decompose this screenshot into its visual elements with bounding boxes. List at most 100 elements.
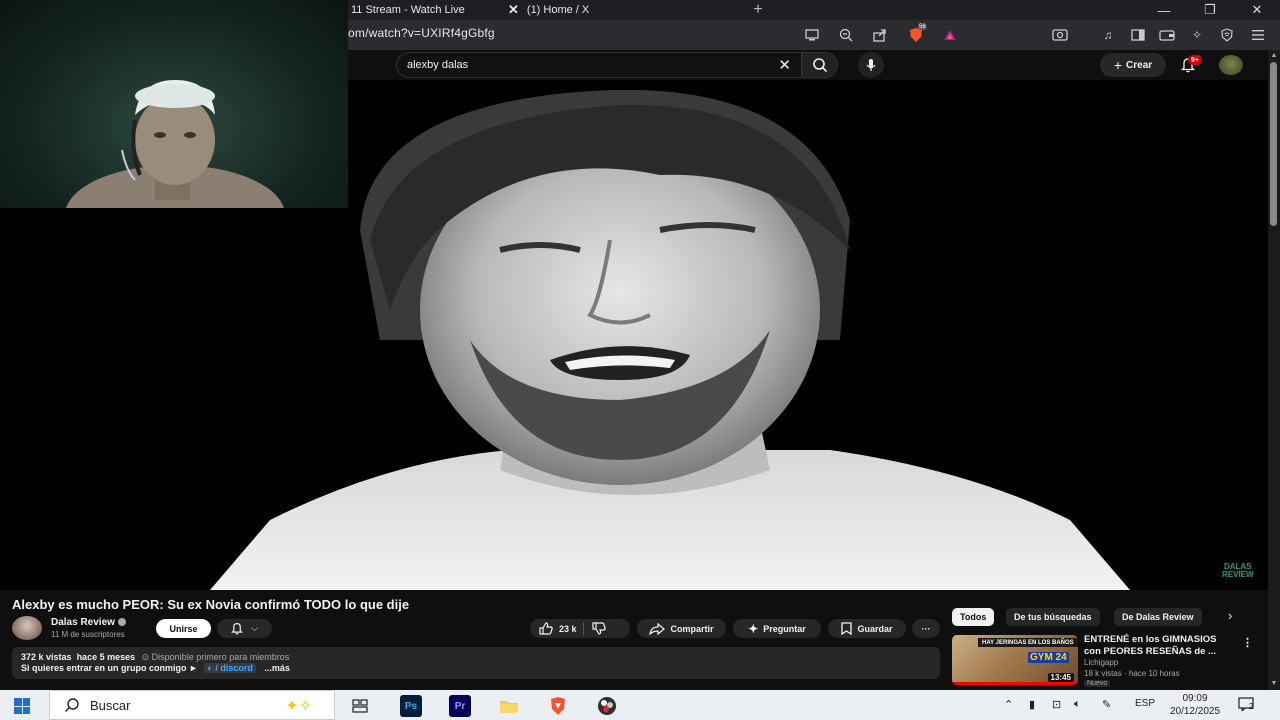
notifications-badge: 9+ <box>1188 55 1202 65</box>
sidebar-toggle-icon[interactable] <box>1129 26 1147 44</box>
obs-icon[interactable] <box>596 695 618 717</box>
bookmark-icon <box>841 622 853 635</box>
vpn-icon[interactable] <box>1218 26 1236 44</box>
description-line: Si quieres entrar en un grupo conmigo ► <box>21 663 198 673</box>
like-count: 23 k <box>559 623 577 634</box>
new-badge: Nuevo <box>1084 680 1111 687</box>
dislike-button[interactable] <box>591 622 606 635</box>
recommended-channel[interactable]: Lichigapp <box>1084 658 1118 667</box>
chevron-down-icon: ⌵ <box>251 623 258 633</box>
browser-menu-icon[interactable] <box>1249 26 1267 44</box>
recommended-thumbnail[interactable]: HAY JERINGAS EN LOS BAÑOS GYM 24 13:45 <box>952 635 1078 685</box>
chip-from-channel[interactable]: De Dalas Review <box>1114 608 1202 626</box>
chips-next-arrow-icon[interactable]: › <box>1228 608 1232 623</box>
discord-link[interactable]: ◐ / discord <box>204 663 256 673</box>
discord-link-text: / discord <box>215 663 253 673</box>
restore-button[interactable]: ❐ <box>1187 0 1233 20</box>
description-box[interactable]: 372 k vistas hace 5 meses ⊙ Disponible p… <box>12 647 940 679</box>
voice-search-button[interactable] <box>858 52 884 78</box>
search-input[interactable]: alexby dalas ✕ <box>396 52 802 78</box>
system-clock[interactable]: 09:09 20/12/2025 <box>1164 692 1226 718</box>
pen-icon[interactable]: ✎ <box>1102 698 1111 711</box>
user-avatar[interactable] <box>1219 55 1243 75</box>
scroll-up-arrow[interactable]: ▲ <box>1268 52 1280 62</box>
plus-icon: + <box>1113 57 1123 73</box>
search-query[interactable]: alexby dalas <box>407 59 468 71</box>
brave-rewards-icon[interactable] <box>941 26 959 44</box>
recommended-menu-icon[interactable]: ⋮ <box>1242 636 1253 649</box>
search-highlight-icon: ✦✧ <box>285 698 312 715</box>
save-button[interactable]: Guardar <box>828 619 906 638</box>
share-label: Compartir <box>670 623 714 634</box>
media-playlist-icon[interactable]: ♫ <box>1099 26 1117 44</box>
recommended-title[interactable]: ENTRENÉ en los GIMNASIOS con PEORES RESE… <box>1084 634 1234 658</box>
webcam-overlay <box>0 0 348 208</box>
brave-shields-icon[interactable]: 58 <box>907 24 927 44</box>
microphone-icon <box>866 59 876 71</box>
search-icon <box>65 698 79 712</box>
volume-icon[interactable]: 🔈︎ <box>1074 698 1081 711</box>
url-field[interactable]: om/watch?v=UXIRf4gGbfg <box>348 26 495 40</box>
chip-from-searches[interactable]: De tus búsquedas <box>1006 608 1100 626</box>
webcam-person-image <box>66 80 284 208</box>
brave-browser-icon[interactable] <box>547 695 569 717</box>
search-icon <box>813 58 828 73</box>
sparkle-icon: ✦ <box>748 621 759 636</box>
task-view-icon[interactable] <box>349 695 371 717</box>
photoshop-icon[interactable]: Ps <box>400 695 422 717</box>
channel-watermark: DALAS REVIEW <box>1222 563 1254 579</box>
tab-x-home[interactable]: ✕ (1) Home / X <box>508 0 589 20</box>
taskbar-search-label: Buscar <box>90 697 131 713</box>
share-button[interactable]: Compartir <box>637 619 726 638</box>
scroll-down-arrow[interactable]: ▼ <box>1268 680 1280 690</box>
channel-name[interactable]: Dalas Review <box>51 617 126 628</box>
thumbs-up-icon <box>539 622 553 635</box>
description-meta: 372 k vistas hace 5 meses ⊙ Disponible p… <box>21 652 289 663</box>
subscriber-count: 11 M de suscriptores <box>51 630 125 639</box>
scrollbar-thumb[interactable] <box>1270 62 1277 226</box>
create-button[interactable]: + Crear <box>1100 53 1166 77</box>
save-label: Guardar <box>857 623 893 634</box>
ask-button[interactable]: ✦ Preguntar <box>733 619 821 638</box>
clock-date: 20/12/2025 <box>1169 706 1221 717</box>
more-actions-button[interactable]: ··· <box>912 619 940 638</box>
file-explorer-icon[interactable] <box>498 695 520 717</box>
channel-name-text: Dalas Review <box>51 617 115 628</box>
members-note: ⊙ Disponible primero para miembros <box>141 652 290 662</box>
like-button[interactable]: 23 k <box>539 622 577 635</box>
cast-icon[interactable] <box>803 26 821 44</box>
leo-ai-icon[interactable]: ✧ <box>1188 26 1206 44</box>
like-divider <box>582 622 584 635</box>
language-indicator[interactable]: ESP <box>1135 698 1155 709</box>
screenshot-icon[interactable] <box>1051 26 1069 44</box>
like-dislike-group: 23 k <box>530 619 630 638</box>
clear-search-icon[interactable]: ✕ <box>778 56 791 74</box>
taskbar-search[interactable]: Buscar ✦✧ <box>49 690 335 720</box>
members-note-text: Disponible primero para miembros <box>151 652 290 662</box>
network-icon[interactable]: ⊡ <box>1052 698 1061 711</box>
verified-icon <box>117 618 126 627</box>
wallet-icon[interactable] <box>1158 26 1176 44</box>
hidden-icons-chevron-icon[interactable]: ⌃ <box>1004 698 1013 711</box>
windows-taskbar: Buscar ✦✧ Ps Pr ⌃ ▮ ⊡ 🔈︎ ✎ ESP 09:09 20/… <box>0 690 1280 720</box>
notification-center-icon[interactable]: 2 <box>1238 697 1258 713</box>
show-more-link[interactable]: ...más <box>264 663 290 673</box>
watermark-line2: REVIEW <box>1222 570 1254 579</box>
premiere-icon[interactable]: Pr <box>449 695 471 717</box>
new-tab-button[interactable]: + <box>750 0 766 20</box>
minimize-button[interactable]: — <box>1141 0 1187 20</box>
tab-stream[interactable]: 11 Stream - Watch Live <box>351 0 465 20</box>
usb-device-icon[interactable]: ▮ <box>1029 698 1035 711</box>
x-logo-icon: ✕ <box>508 2 519 17</box>
close-window-button[interactable]: ✕ <box>1234 0 1280 20</box>
channel-avatar[interactable] <box>12 616 42 640</box>
search-button[interactable] <box>802 52 838 78</box>
chip-all[interactable]: Todos <box>952 608 995 626</box>
zoom-out-icon[interactable] <box>837 26 855 44</box>
share-page-icon[interactable] <box>871 26 889 44</box>
start-button[interactable] <box>14 698 30 714</box>
clock-time: 09:09 <box>1182 693 1208 704</box>
video-duration: 13:45 <box>1047 673 1074 682</box>
subscription-notifications-button[interactable]: ⌵ <box>217 619 272 638</box>
join-button[interactable]: Unirse <box>156 619 211 638</box>
